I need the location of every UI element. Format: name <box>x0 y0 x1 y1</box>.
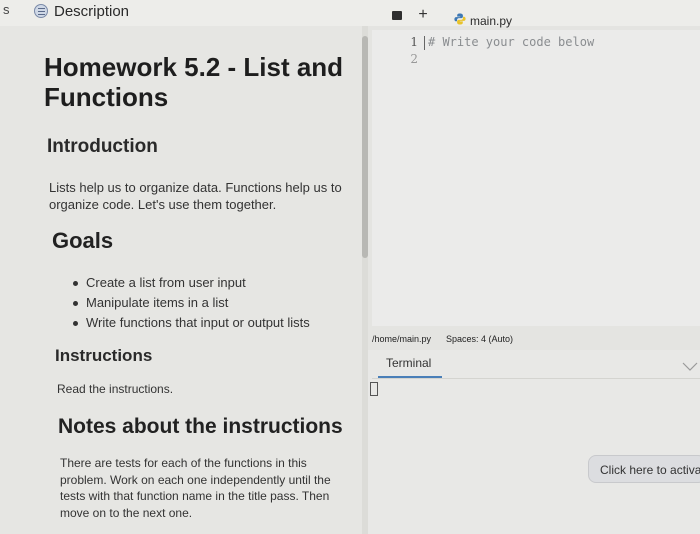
status-bar: /home/main.py Spaces: 4 (Auto) <box>372 330 700 348</box>
instructions-heading: Instructions <box>55 346 153 365</box>
goal-item: Manipulate items in a list <box>70 293 310 313</box>
description-scrollbar-thumb[interactable] <box>362 36 368 258</box>
edge-letter: s <box>3 2 10 17</box>
text-cursor <box>424 36 425 50</box>
goal-item: Create a list from user input <box>70 273 310 293</box>
instructions-text: Read the instructions. <box>57 382 174 396</box>
introduction-text: Lists help us to organize data. Function… <box>49 180 342 212</box>
terminal-cursor <box>370 382 378 396</box>
tab-main-py[interactable]: main.py <box>470 14 512 28</box>
goal-item: Write functions that input or output lis… <box>70 313 310 333</box>
goals-list: Create a list from user input Manipulate… <box>70 273 310 333</box>
page-title: Homework 5.2 - List and Functions <box>44 52 344 112</box>
goals-heading: Goals <box>52 228 114 253</box>
python-file-icon <box>454 13 466 25</box>
description-icon <box>34 4 48 18</box>
notes-heading: Notes about the instructions <box>58 415 343 438</box>
terminal-divider <box>372 378 700 379</box>
code-comment-line[interactable]: # Write your code below <box>428 35 594 49</box>
description-tab[interactable]: Description <box>34 0 129 22</box>
activate-button[interactable]: Click here to activate <box>588 455 700 483</box>
chevron-down-icon[interactable] <box>682 362 698 372</box>
introduction-heading: Introduction <box>47 136 158 157</box>
tab-terminal[interactable]: Terminal <box>386 356 431 374</box>
terminal-tab-indicator <box>378 376 442 378</box>
code-editor[interactable] <box>372 30 700 326</box>
notes-text: There are tests for each of the function… <box>60 456 331 520</box>
status-file-path: /home/main.py <box>372 334 432 344</box>
file-menu-icon[interactable] <box>392 11 402 20</box>
description-tab-label: Description <box>54 2 130 20</box>
line-number: 1 <box>410 35 418 49</box>
line-number: 2 <box>410 52 418 66</box>
line-number-gutter: 1 2 <box>404 34 418 68</box>
add-tab-button[interactable]: + <box>416 6 430 24</box>
status-indentation[interactable]: Spaces: 4 (Auto) <box>446 334 513 344</box>
